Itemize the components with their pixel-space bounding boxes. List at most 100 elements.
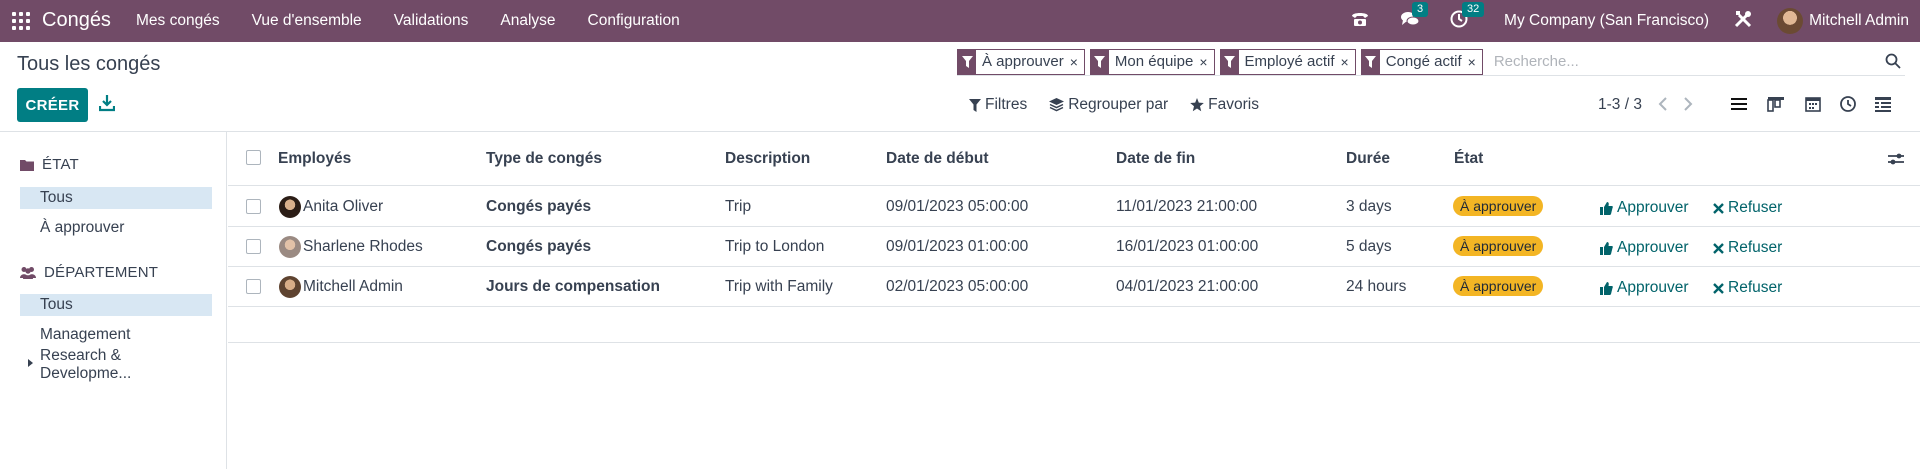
search-options: Filtres Regrouper par Favoris — [969, 96, 1281, 114]
row-checkbox[interactable] — [246, 239, 261, 254]
duration: 5 days — [1346, 238, 1392, 255]
user-avatar — [1777, 8, 1804, 34]
leave-type: Congés payés — [486, 238, 592, 255]
table-row[interactable]: Mitchell Admin Jours de compensation Tri… — [228, 267, 1920, 307]
approve-label: Approuver — [1617, 239, 1689, 256]
company-switcher[interactable]: My Company (San Francisco) — [1504, 12, 1709, 30]
approve-button[interactable]: Approuver — [1600, 199, 1689, 217]
optional-columns-icon[interactable] — [1888, 152, 1904, 166]
refuse-button[interactable]: Refuser — [1713, 279, 1782, 297]
header-duree[interactable]: Durée — [1346, 150, 1390, 168]
activities-icon[interactable]: 32 — [1450, 1, 1485, 33]
section-departement: DÉPARTEMENT — [20, 264, 158, 281]
facet-mon-equipe[interactable]: Mon équipe × — [1089, 48, 1215, 75]
refuse-button[interactable]: Refuser — [1713, 199, 1782, 217]
users-icon — [20, 267, 36, 279]
menu-item-configuration[interactable]: Configuration — [588, 12, 680, 30]
menu-item-vue-ensemble[interactable]: Vue d'ensemble — [252, 12, 362, 30]
list-view-icon[interactable] — [1730, 95, 1748, 113]
tools-icon[interactable] — [1733, 9, 1753, 34]
activity-view-icon[interactable] — [1839, 95, 1857, 113]
phone-icon[interactable] — [1350, 10, 1370, 33]
app-brand[interactable]: Congés — [42, 9, 111, 32]
star-icon — [1190, 98, 1204, 112]
close-icon[interactable]: × — [1070, 54, 1084, 70]
header-etat[interactable]: État — [1454, 150, 1483, 168]
facet-a-approuver[interactable]: À approuver × — [957, 48, 1085, 75]
thumbs-up-icon — [1600, 281, 1613, 295]
sidebar-item-management[interactable]: Management — [20, 324, 212, 346]
date-start: 02/01/2023 05:00:00 — [886, 278, 1029, 295]
search-input[interactable] — [1487, 48, 1905, 75]
header-date-debut[interactable]: Date de début — [886, 150, 988, 168]
approve-label: Approuver — [1617, 199, 1689, 216]
sidebar-item-a-approuver[interactable]: À approuver — [20, 217, 212, 239]
kanban-view-icon[interactable] — [1767, 95, 1785, 113]
facet-conge-actif[interactable]: Congé actif × — [1360, 48, 1483, 75]
search-icon[interactable] — [1885, 53, 1901, 69]
sidebar-item-departement-tous[interactable]: Tous — [20, 294, 212, 316]
description: Trip with Family — [725, 278, 833, 295]
divider — [228, 342, 1920, 343]
sidebar-item-etat-tous[interactable]: Tous — [20, 187, 212, 209]
menu-item-mes-conges[interactable]: Mes congés — [136, 12, 220, 30]
refuse-label: Refuser — [1728, 239, 1783, 256]
section-etat: ÉTAT — [20, 156, 79, 173]
filters-label: Filtres — [985, 96, 1028, 113]
menu-item-analyse[interactable]: Analyse — [500, 12, 555, 30]
user-menu[interactable]: Mitchell Admin — [1777, 8, 1909, 34]
page-title: Tous les congés — [17, 53, 161, 75]
download-icon[interactable] — [99, 94, 115, 112]
section-title: ÉTAT — [42, 156, 79, 173]
avatar — [279, 196, 301, 218]
avatar — [279, 236, 301, 258]
header-description[interactable]: Description — [725, 150, 810, 168]
layers-icon — [1049, 98, 1065, 112]
messages-badge: 3 — [1412, 1, 1429, 17]
status-badge: À approuver — [1453, 236, 1544, 256]
approve-button[interactable]: Approuver — [1600, 279, 1689, 297]
filter-icon — [1361, 49, 1380, 74]
row-checkbox[interactable] — [246, 199, 261, 214]
chevron-right-icon[interactable] — [1683, 97, 1693, 111]
chevron-left-icon[interactable] — [1658, 97, 1668, 111]
duration: 24 hours — [1346, 278, 1407, 295]
close-icon[interactable]: × — [1199, 54, 1213, 70]
header-employes[interactable]: Employés — [278, 150, 351, 168]
close-icon[interactable]: × — [1468, 54, 1482, 70]
facet-value: Mon équipe — [1114, 53, 1194, 70]
close-icon[interactable]: × — [1341, 54, 1355, 70]
sidebar-item-research[interactable]: Research & Developme... — [20, 347, 212, 382]
create-button[interactable]: CRÉER — [17, 88, 88, 122]
date-end: 16/01/2023 01:00:00 — [1116, 238, 1259, 255]
main-menu: Mes congés Vue d'ensemble Validations An… — [136, 0, 712, 42]
apps-menu-icon[interactable] — [12, 12, 30, 30]
table-row[interactable]: Anita Oliver Congés payés Trip 09/01/202… — [228, 187, 1920, 227]
menu-item-validations[interactable]: Validations — [394, 12, 469, 30]
section-title: DÉPARTEMENT — [44, 264, 159, 281]
table-row[interactable]: Sharlene Rhodes Congés payés Trip to Lon… — [228, 227, 1920, 267]
row-checkbox[interactable] — [246, 279, 261, 294]
search-panel: ÉTAT Tous À approuver DÉPARTEMENT Tous M… — [0, 132, 227, 469]
select-all-checkbox[interactable] — [246, 150, 261, 165]
header-type[interactable]: Type de congés — [486, 150, 602, 168]
filter-icon — [969, 98, 981, 112]
messages-icon[interactable]: 3 — [1400, 1, 1429, 33]
header-date-fin[interactable]: Date de fin — [1116, 150, 1195, 168]
status-badge: À approuver — [1453, 196, 1544, 216]
calendar-view-icon[interactable] — [1804, 95, 1822, 113]
employee-name: Anita Oliver — [303, 198, 384, 215]
filters-button[interactable]: Filtres — [969, 96, 1027, 114]
approve-button[interactable]: Approuver — [1600, 239, 1689, 257]
close-icon — [1713, 202, 1724, 214]
thumbs-up-icon — [1600, 201, 1613, 215]
pager-value[interactable]: 1-3 / 3 — [1598, 96, 1642, 114]
favorites-button[interactable]: Favoris — [1190, 96, 1259, 114]
refuse-button[interactable]: Refuser — [1713, 239, 1782, 257]
facet-employe-actif[interactable]: Employé actif × — [1219, 48, 1356, 75]
table-header: Employés Type de congés Description Date… — [228, 132, 1920, 186]
pivot-view-icon[interactable] — [1874, 95, 1892, 113]
search-bar: À approuver × Mon équipe × Employé actif… — [957, 48, 1905, 76]
groupby-button[interactable]: Regrouper par — [1049, 96, 1168, 114]
avatar — [279, 276, 301, 298]
